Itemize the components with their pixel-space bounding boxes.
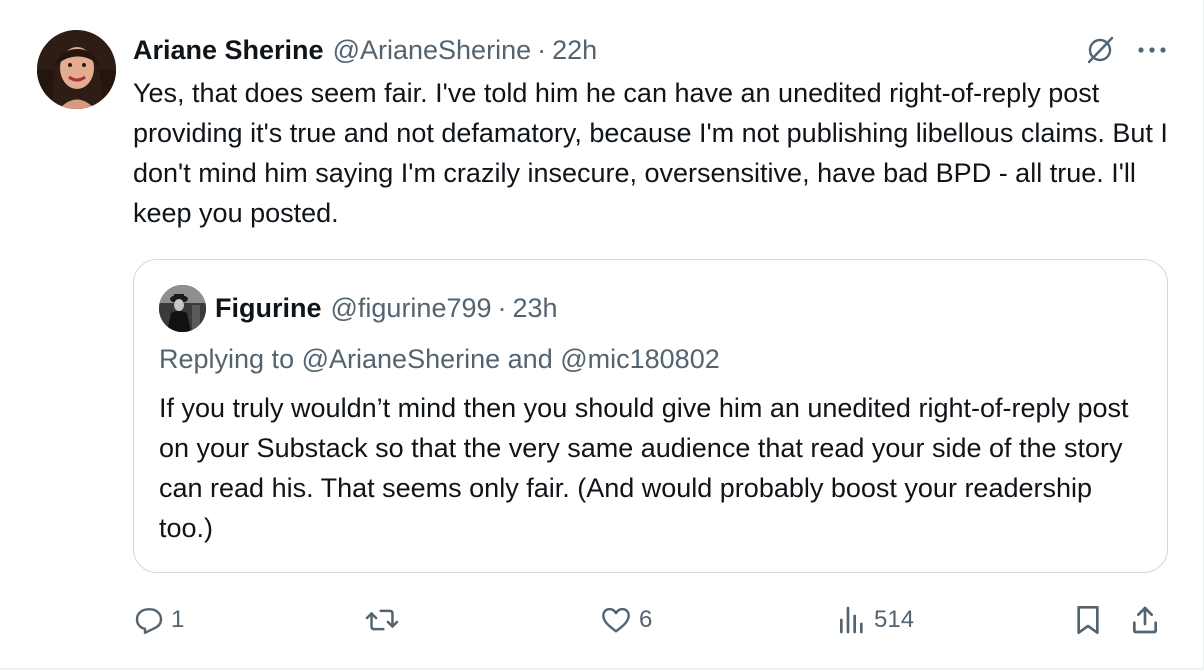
quoted-post-header: Figurine @figurine799 · 23h <box>215 288 558 328</box>
views-icon <box>840 606 863 634</box>
avatar-figure-icon <box>159 285 206 332</box>
quoted-author-handle[interactable]: @figurine799 <box>331 293 492 324</box>
post-text: Yes, that does seem fair. I've told him … <box>133 78 1168 228</box>
like-button[interactable]: 6 <box>599 600 652 640</box>
bookmark-button[interactable] <box>1073 600 1103 640</box>
replying-to-and: and <box>507 343 553 374</box>
post-action-bar: 1 6 514 <box>133 600 1168 640</box>
bookmark-icon <box>1077 606 1099 634</box>
quoted-author-name[interactable]: Figurine <box>215 293 322 324</box>
quoted-post[interactable]: Figurine @figurine799 · 23h Replying to … <box>133 259 1168 573</box>
header-separator: · <box>537 34 547 65</box>
quoted-post-timestamp[interactable]: 23h <box>513 293 558 324</box>
share-button[interactable] <box>1129 600 1161 640</box>
share-icon <box>1133 606 1157 634</box>
post-timestamp[interactable]: 22h <box>552 35 597 66</box>
author-handle[interactable]: @ArianeSherine <box>333 35 532 66</box>
mention-link-arianesherine[interactable]: @ArianeSherine <box>302 344 501 375</box>
reply-count: 1 <box>171 606 185 633</box>
views-count: 514 <box>874 606 915 633</box>
more-icon[interactable] <box>1137 45 1167 55</box>
replying-to-line: Replying to @ArianeSherine and @mic18080… <box>159 339 720 379</box>
reply-button[interactable]: 1 <box>133 600 184 640</box>
author-avatar[interactable] <box>37 30 116 109</box>
replying-to-prefix: Replying to <box>159 343 295 374</box>
views-button[interactable]: 514 <box>836 600 914 640</box>
repost-icon <box>365 609 399 631</box>
post-top-actions <box>1085 30 1167 70</box>
quoted-author-avatar[interactable] <box>159 285 206 332</box>
repost-button[interactable] <box>365 600 405 640</box>
author-name[interactable]: Ariane Sherine <box>133 35 324 66</box>
like-icon <box>602 607 630 633</box>
avatar-photo-icon <box>37 30 116 109</box>
grok-icon[interactable] <box>1085 35 1115 65</box>
like-count: 6 <box>639 606 653 633</box>
post[interactable]: Ariane Sherine @ArianeSherine · 22h Yes,… <box>0 0 1204 670</box>
quoted-header-separator: · <box>497 292 507 323</box>
quoted-post-text: If you truly wouldn’t mind then you shou… <box>159 393 1129 543</box>
reply-icon <box>135 608 163 634</box>
post-header: Ariane Sherine @ArianeSherine · 22h <box>133 30 597 70</box>
mention-link-mic180802[interactable]: @mic180802 <box>560 344 720 375</box>
